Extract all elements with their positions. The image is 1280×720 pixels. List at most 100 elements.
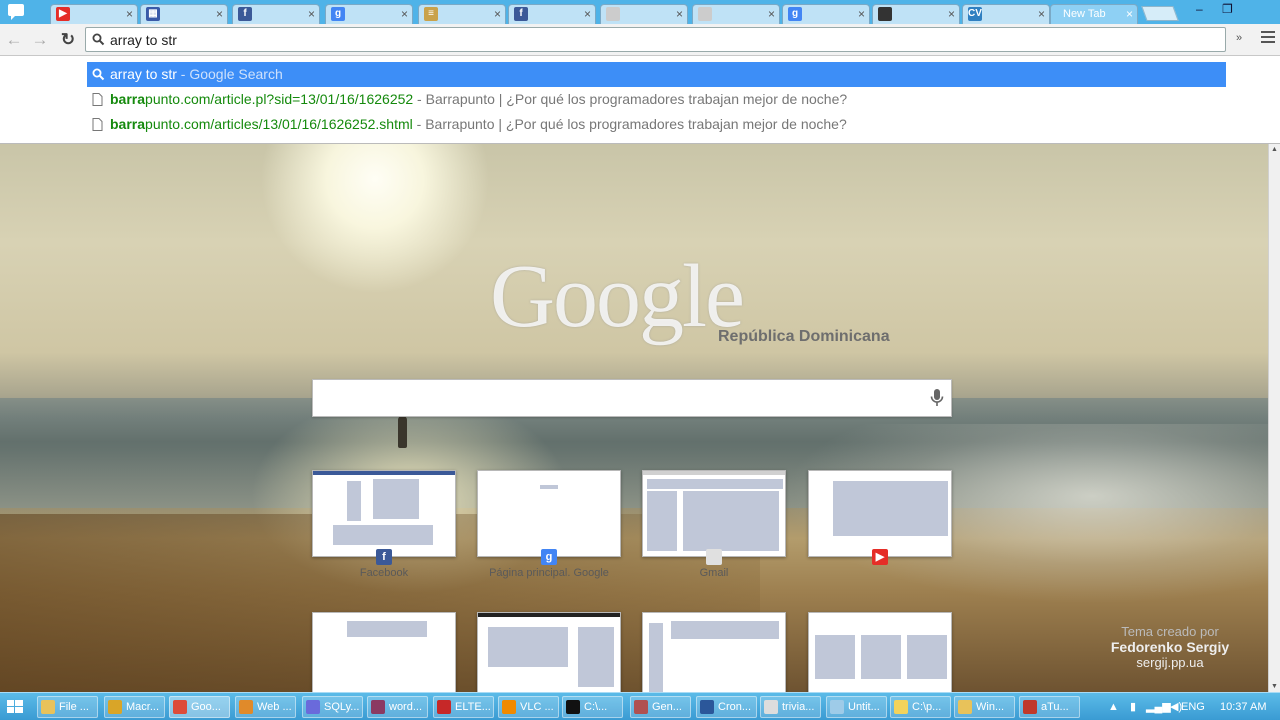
- tile-label[interactable]: Página principal. Google: [477, 567, 621, 579]
- language-indicator[interactable]: ENG: [1181, 696, 1205, 718]
- page-scrollbar[interactable]: ▲ ▼: [1268, 144, 1280, 692]
- taskbar-button[interactable]: Gen...: [630, 696, 691, 718]
- most-visited-tile[interactable]: [312, 470, 456, 557]
- taskbar-label: aTu...: [1041, 701, 1069, 713]
- taskbar-label: ELTE...: [455, 701, 491, 713]
- browser-tab[interactable]: ×: [692, 4, 780, 24]
- close-icon[interactable]: ×: [401, 5, 408, 23]
- scroll-up-icon[interactable]: ▲: [1271, 146, 1278, 153]
- taskbar-button[interactable]: Win...: [954, 696, 1015, 718]
- tile-label[interactable]: Facebook: [312, 567, 456, 579]
- google-icon: g: [541, 549, 557, 565]
- forward-button[interactable]: →: [29, 29, 51, 51]
- theme-credit-site[interactable]: sergij.pp.ua: [1100, 655, 1240, 670]
- close-icon[interactable]: ×: [494, 5, 501, 23]
- taskbar-button[interactable]: C:\...: [562, 696, 623, 718]
- extensions-chevron-icon[interactable]: »: [1236, 32, 1242, 44]
- taskbar-button[interactable]: C:\p...: [890, 696, 951, 718]
- close-icon[interactable]: ×: [308, 5, 315, 23]
- taskbar-button[interactable]: VLC ...: [498, 696, 559, 718]
- browser-tab[interactable]: ≡ ×: [418, 4, 506, 24]
- facebook-icon: f: [514, 7, 528, 21]
- taskbar-button[interactable]: Cron...: [696, 696, 757, 718]
- taskbar-button[interactable]: Untit...: [826, 696, 887, 718]
- newtab-search-input[interactable]: [321, 388, 921, 410]
- minimize-icon[interactable]: –: [1196, 2, 1203, 16]
- grid-icon: ▦: [146, 7, 160, 21]
- tab-new-tab[interactable]: New Tab ×: [1050, 4, 1138, 24]
- omnibox[interactable]: [85, 27, 1226, 52]
- most-visited-tile[interactable]: [477, 470, 621, 557]
- close-icon[interactable]: ×: [858, 5, 865, 23]
- taskbar-button[interactable]: aTu...: [1019, 696, 1080, 718]
- theme-credit-author[interactable]: Fedorenko Sergiy: [1100, 639, 1240, 655]
- close-icon[interactable]: ×: [584, 5, 591, 23]
- theme-credit: Tema creado por Fedorenko Sergiy sergij.…: [1100, 624, 1240, 670]
- browser-tab[interactable]: f ×: [232, 4, 320, 24]
- close-icon[interactable]: ×: [216, 5, 223, 23]
- suggestion-page[interactable]: barrapunto.com/article.pl?sid=13/01/16/1…: [87, 87, 1226, 112]
- close-icon[interactable]: ×: [768, 5, 775, 23]
- close-icon[interactable]: ×: [1126, 5, 1133, 23]
- browser-tab[interactable]: g ×: [325, 4, 413, 24]
- most-visited-tile[interactable]: [808, 612, 952, 699]
- signal-icon[interactable]: ▮: [1130, 696, 1136, 718]
- close-icon[interactable]: ×: [948, 5, 955, 23]
- browser-tab[interactable]: ▦ ×: [140, 4, 228, 24]
- taskbar-button[interactable]: SQLy...: [302, 696, 363, 718]
- suggestion-search[interactable]: array to str - Google Search: [87, 62, 1226, 87]
- tray-flag-icon[interactable]: ▲: [1108, 696, 1119, 718]
- close-icon[interactable]: ×: [126, 5, 133, 23]
- atube-icon: [1023, 700, 1037, 714]
- taskbar-button[interactable]: ELTE...: [433, 696, 494, 718]
- restore-icon[interactable]: ❐: [1222, 2, 1233, 16]
- browser-toolbar: ← → ↻ »: [0, 24, 1280, 56]
- close-icon[interactable]: ×: [1038, 5, 1045, 23]
- cv-icon: CV: [968, 7, 982, 21]
- profile-icon[interactable]: [6, 2, 28, 22]
- suggestion-page[interactable]: barrapunto.com/articles/13/01/16/1626252…: [87, 112, 1226, 137]
- new-tab-button[interactable]: [1141, 6, 1179, 21]
- network-icon[interactable]: ▂▄▆: [1146, 696, 1171, 718]
- search-icon: [92, 33, 105, 46]
- omnibox-input[interactable]: [110, 30, 1210, 49]
- most-visited-tile[interactable]: [477, 612, 621, 699]
- browser-tab[interactable]: g ×: [782, 4, 870, 24]
- youtube-icon: ▶: [56, 7, 70, 21]
- document-icon: ≡: [424, 7, 438, 21]
- person-silhouette: [398, 416, 407, 448]
- browser-tab[interactable]: CV ×: [962, 4, 1050, 24]
- browser-tab[interactable]: f ×: [508, 4, 596, 24]
- browser-tab[interactable]: ×: [872, 4, 960, 24]
- window-icon: [764, 700, 778, 714]
- folder-icon: [41, 700, 55, 714]
- scroll-down-icon[interactable]: ▼: [1271, 683, 1278, 690]
- most-visited-tile[interactable]: [642, 470, 786, 557]
- back-button[interactable]: ←: [3, 29, 25, 51]
- taskbar-button[interactable]: Macr...: [104, 696, 165, 718]
- taskbar-label: C:\...: [584, 701, 608, 713]
- windows-start-icon[interactable]: [4, 697, 26, 717]
- page-icon: [706, 549, 722, 565]
- menu-icon[interactable]: [1261, 31, 1275, 43]
- newtab-search-box[interactable]: [312, 379, 952, 417]
- macro-icon: [108, 700, 122, 714]
- taskbar-button[interactable]: word...: [367, 696, 428, 718]
- taskbar-button[interactable]: trivia...: [760, 696, 821, 718]
- browser-tab[interactable]: ×: [600, 4, 688, 24]
- close-icon[interactable]: ×: [676, 5, 683, 23]
- microphone-icon[interactable]: [930, 388, 944, 408]
- most-visited-tile[interactable]: [312, 612, 456, 699]
- suggestion-description: - Barrapunto | ¿Por qué los programadore…: [413, 91, 848, 107]
- taskbar-button[interactable]: Web ...: [235, 696, 296, 718]
- taskbar-label: Cron...: [718, 701, 752, 713]
- clock[interactable]: 10:37 AM: [1220, 696, 1266, 718]
- browser-tab[interactable]: ▶ ×: [50, 4, 138, 24]
- taskbar-button[interactable]: Goo...: [169, 696, 230, 718]
- reload-button[interactable]: ↻: [57, 29, 79, 51]
- tile-label[interactable]: Gmail: [642, 567, 786, 579]
- most-visited-tile[interactable]: [808, 470, 952, 557]
- filezilla-icon: [437, 700, 451, 714]
- taskbar-button[interactable]: File ...: [37, 696, 98, 718]
- most-visited-tile[interactable]: [642, 612, 786, 699]
